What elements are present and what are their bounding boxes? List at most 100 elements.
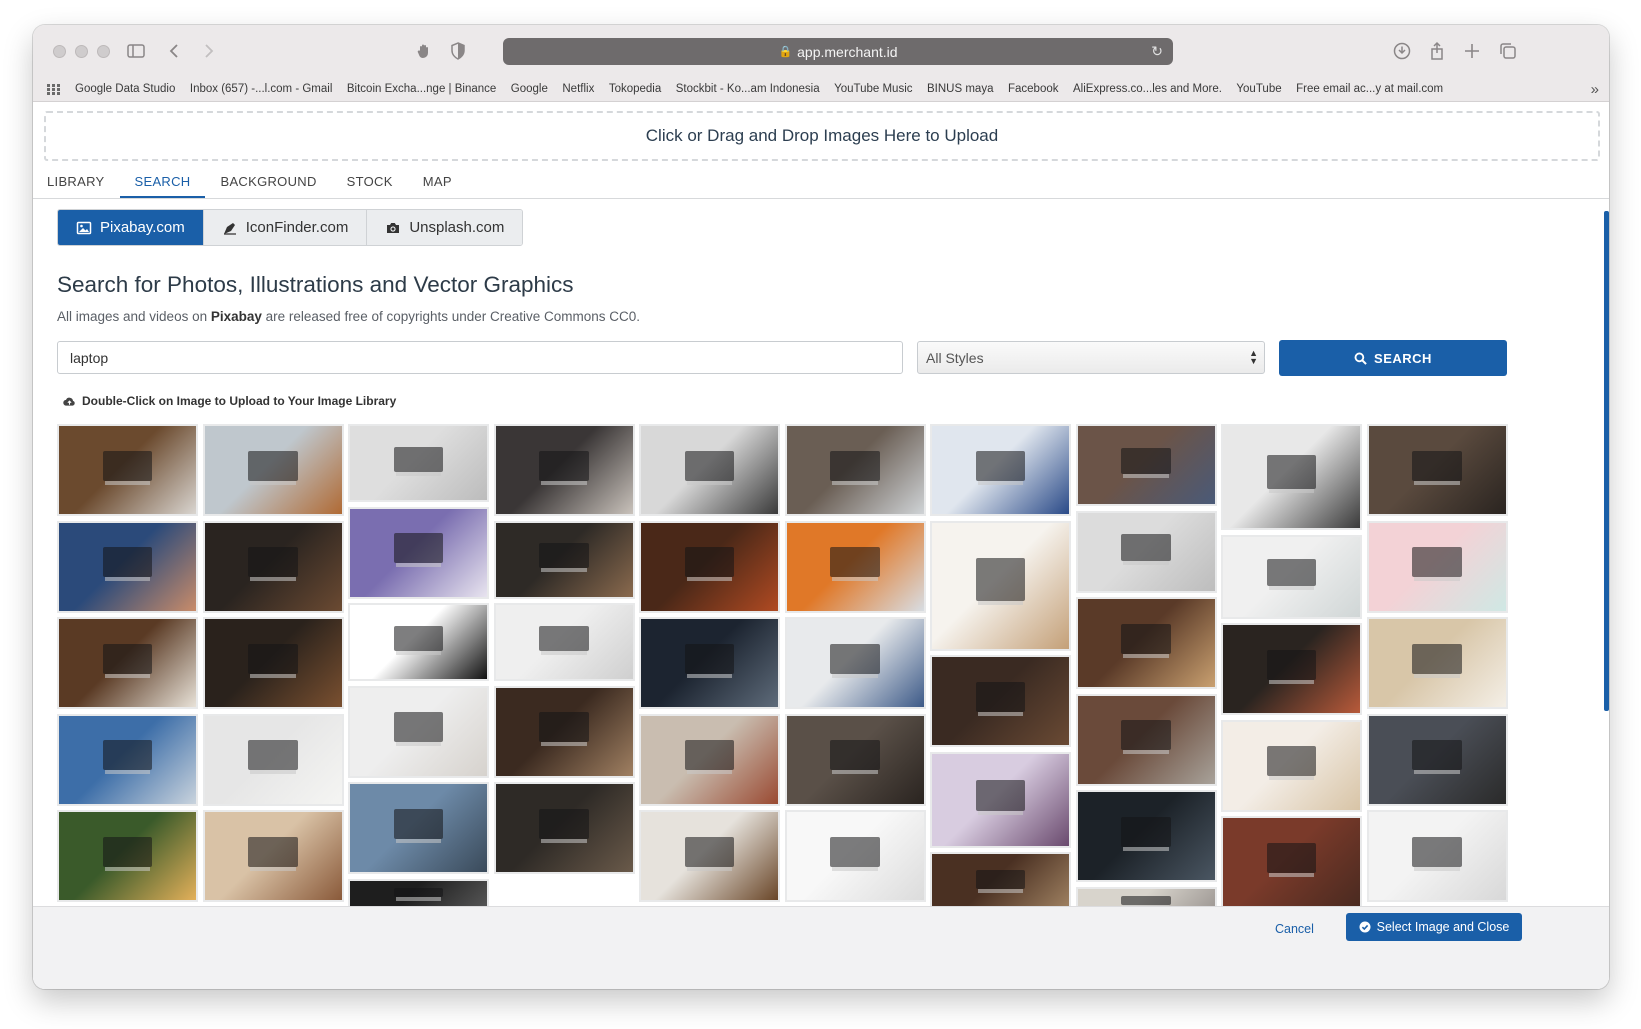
image-thumbnail[interactable] xyxy=(493,782,635,875)
cancel-button[interactable]: Cancel xyxy=(1275,922,1314,936)
image-thumbnail[interactable] xyxy=(202,810,344,903)
back-icon[interactable] xyxy=(163,39,187,63)
image-thumbnail[interactable] xyxy=(639,810,780,903)
zoom-window-button[interactable] xyxy=(97,45,110,58)
image-thumbnail[interactable] xyxy=(1366,520,1508,613)
provider-unsplash-button[interactable]: Unsplash.com xyxy=(367,210,523,245)
image-thumbnail[interactable] xyxy=(930,424,1071,516)
image-thumbnail[interactable] xyxy=(930,852,1071,906)
image-thumbnail[interactable] xyxy=(202,424,344,516)
minimize-window-button[interactable] xyxy=(75,45,88,58)
tab-overview-icon[interactable] xyxy=(1496,39,1520,63)
tab-map[interactable]: MAP xyxy=(408,167,467,198)
image-thumbnail[interactable] xyxy=(57,424,198,516)
image-thumbnail[interactable] xyxy=(202,520,344,613)
image-thumbnail[interactable] xyxy=(493,424,635,516)
image-thumbnail[interactable] xyxy=(784,810,926,903)
image-thumbnail[interactable] xyxy=(348,782,489,875)
forward-icon[interactable] xyxy=(196,39,220,63)
image-thumbnail[interactable] xyxy=(930,655,1071,748)
image-thumbnail[interactable] xyxy=(348,685,489,778)
image-thumbnail[interactable] xyxy=(348,879,489,906)
bookmark-item[interactable]: Facebook xyxy=(1008,83,1059,95)
image-thumbnail[interactable] xyxy=(639,713,780,806)
bookmark-item[interactable]: Stockbit - Ko...am Indonesia xyxy=(676,83,820,95)
image-thumbnail[interactable] xyxy=(348,424,489,502)
image-thumbnail[interactable] xyxy=(639,617,780,710)
image-thumbnail[interactable] xyxy=(1075,597,1217,690)
select-image-and-close-button[interactable]: Select Image and Close xyxy=(1346,913,1522,941)
bookmark-item[interactable]: Google Data Studio xyxy=(75,83,175,95)
image-thumbnail[interactable] xyxy=(784,520,926,613)
image-thumbnail[interactable] xyxy=(348,506,489,599)
license-note: All images and videos on Pixabay are rel… xyxy=(57,309,640,324)
image-thumbnail[interactable] xyxy=(639,520,780,613)
bookmark-item[interactable]: BINUS maya xyxy=(927,83,993,95)
image-thumbnail[interactable] xyxy=(1366,617,1508,710)
image-thumbnail[interactable] xyxy=(493,603,635,682)
image-thumbnail[interactable] xyxy=(930,751,1071,848)
bookmark-item[interactable]: Bitcoin Excha...nge | Binance xyxy=(347,83,496,95)
address-bar[interactable]: 🔒 app.merchant.id ↻ xyxy=(503,38,1173,65)
share-icon[interactable] xyxy=(1425,39,1449,63)
reload-icon[interactable]: ↻ xyxy=(1151,43,1163,60)
image-thumbnail[interactable] xyxy=(1075,790,1217,883)
image-thumbnail[interactable] xyxy=(348,603,489,682)
image-thumbnail[interactable] xyxy=(1075,887,1217,906)
image-thumbnail[interactable] xyxy=(1221,424,1362,530)
image-thumbnail[interactable] xyxy=(1221,623,1362,716)
image-thumbnail[interactable] xyxy=(57,810,198,903)
bookmark-item[interactable]: AliExpress.co...les and More. xyxy=(1073,83,1222,95)
new-tab-icon[interactable] xyxy=(1460,39,1484,63)
bookmark-item[interactable]: Google xyxy=(511,83,548,95)
provider-pixabay-button[interactable]: Pixabay.com xyxy=(58,210,204,245)
tab-background[interactable]: BACKGROUND xyxy=(205,167,331,198)
image-thumbnail[interactable] xyxy=(1221,534,1362,619)
image-thumbnail[interactable] xyxy=(1075,424,1217,506)
image-thumbnail[interactable] xyxy=(784,713,926,806)
close-window-button[interactable] xyxy=(53,45,66,58)
bookmark-item[interactable]: Tokopedia xyxy=(609,83,661,95)
tab-search[interactable]: SEARCH xyxy=(119,167,206,199)
sidebar-toggle-icon[interactable] xyxy=(124,39,148,63)
image-thumbnail[interactable] xyxy=(57,520,198,613)
image-thumbnail[interactable] xyxy=(202,617,344,710)
image-thumbnail[interactable] xyxy=(202,713,344,806)
image-thumbnail[interactable] xyxy=(1075,693,1217,786)
bookmark-item[interactable]: YouTube xyxy=(1236,83,1281,95)
image-thumbnail[interactable] xyxy=(493,520,635,599)
download-icon[interactable] xyxy=(1390,39,1414,63)
style-select[interactable]: All Styles ▲ ▼ xyxy=(917,341,1265,374)
image-thumbnail[interactable] xyxy=(1366,424,1508,516)
image-thumbnail[interactable] xyxy=(1221,719,1362,812)
image-thumbnail[interactable] xyxy=(784,617,926,710)
image-thumbnail[interactable] xyxy=(493,685,635,778)
more-bookmarks-icon[interactable]: » xyxy=(1591,81,1599,98)
bookmark-item[interactable]: YouTube Music xyxy=(834,83,912,95)
apps-grid-icon[interactable] xyxy=(47,84,61,95)
image-thumbnail[interactable] xyxy=(1221,816,1362,906)
image-thumbnail[interactable] xyxy=(639,424,780,516)
provider-iconfinder-button[interactable]: IconFinder.com xyxy=(203,210,368,245)
scrollbar[interactable] xyxy=(1604,211,1609,711)
image-thumbnail[interactable] xyxy=(1075,510,1217,593)
image-thumbnail[interactable] xyxy=(57,617,198,710)
image-thumbnail[interactable] xyxy=(784,424,926,516)
image-thumbnail[interactable] xyxy=(1366,810,1508,903)
search-button[interactable]: SEARCH xyxy=(1279,340,1507,376)
image-thumbnail[interactable] xyxy=(57,713,198,806)
tab-library[interactable]: LIBRARY xyxy=(47,167,120,198)
upload-hint: Double-Click on Image to Upload to Your … xyxy=(63,394,396,408)
bookmark-item[interactable]: Inbox (657) -...l.com - Gmail xyxy=(190,83,333,95)
search-input[interactable] xyxy=(57,341,903,374)
tab-stock[interactable]: STOCK xyxy=(332,167,408,198)
bookmark-item[interactable]: Netflix xyxy=(562,83,594,95)
image-picker-modal: Click or Drag and Drop Images Here to Up… xyxy=(33,103,1609,989)
upload-dropzone[interactable]: Click or Drag and Drop Images Here to Up… xyxy=(44,111,1600,161)
bookmark-item[interactable]: Free email ac...y at mail.com xyxy=(1296,83,1443,95)
privacy-hand-icon[interactable] xyxy=(412,39,436,63)
provider-label: Unsplash.com xyxy=(409,219,505,236)
image-thumbnail[interactable] xyxy=(1366,713,1508,806)
shield-icon[interactable] xyxy=(446,39,470,63)
image-thumbnail[interactable] xyxy=(930,520,1071,651)
